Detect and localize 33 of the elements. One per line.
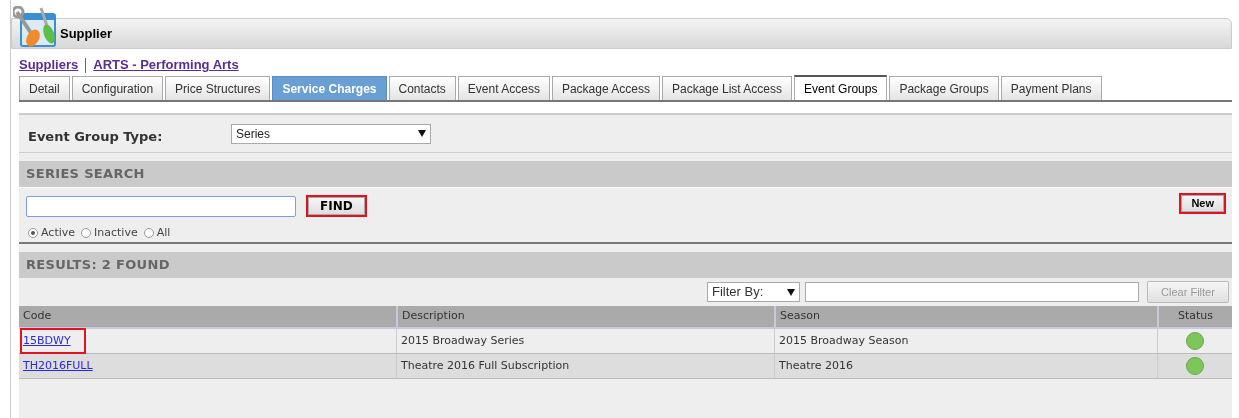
column-header: Description [402, 308, 465, 325]
breadcrumb-link[interactable]: Suppliers [19, 55, 79, 75]
tab[interactable]: Package Groups [889, 76, 999, 100]
radio-label: All [156, 225, 171, 241]
event-group-type-dropdown[interactable]: Series [231, 123, 431, 144]
breadcrumb-link[interactable]: ARTS - Performing Arts [93, 55, 239, 75]
column-header: Season [780, 308, 820, 325]
tab[interactable]: Detail [19, 76, 70, 100]
tab[interactable]: Payment Plans [1000, 76, 1102, 100]
filter-by-dropdown[interactable]: Filter By: [707, 282, 800, 302]
new-button[interactable]: New [1179, 193, 1226, 214]
table-cell-text: 2015 Broadway Season [779, 332, 909, 349]
section-title: SERIES SEARCH [26, 165, 145, 184]
tab[interactable]: Package List Access [661, 76, 793, 100]
tab[interactable]: Configuration [71, 76, 164, 100]
code-link[interactable]: TH2016FULL [22, 357, 94, 375]
table-cell-text: 2015 Broadway Series [401, 332, 525, 349]
table-cell-text: Theatre 2016 Full Subscription [401, 357, 570, 374]
find-button[interactable]: FIND [306, 195, 367, 217]
radio-label: Active [41, 225, 76, 241]
tab[interactable]: Event Groups [794, 75, 888, 100]
radio-label: Inactive [94, 225, 138, 241]
tab[interactable]: Package Access [551, 76, 660, 100]
table-cell-text: Theatre 2016 [779, 357, 854, 374]
field-label: Event Group Type: [28, 127, 164, 146]
code-link[interactable]: 15BDWY [22, 329, 84, 353]
window-title: Supplier [60, 24, 112, 43]
tab[interactable]: Event Access [457, 76, 550, 100]
column-header: Code [23, 308, 52, 325]
section-title: RESULTS: 2 FOUND [26, 256, 170, 275]
tab[interactable]: Price Structures [165, 76, 271, 100]
column-header: Status [1177, 308, 1214, 325]
tab[interactable]: Contacts [388, 76, 456, 100]
